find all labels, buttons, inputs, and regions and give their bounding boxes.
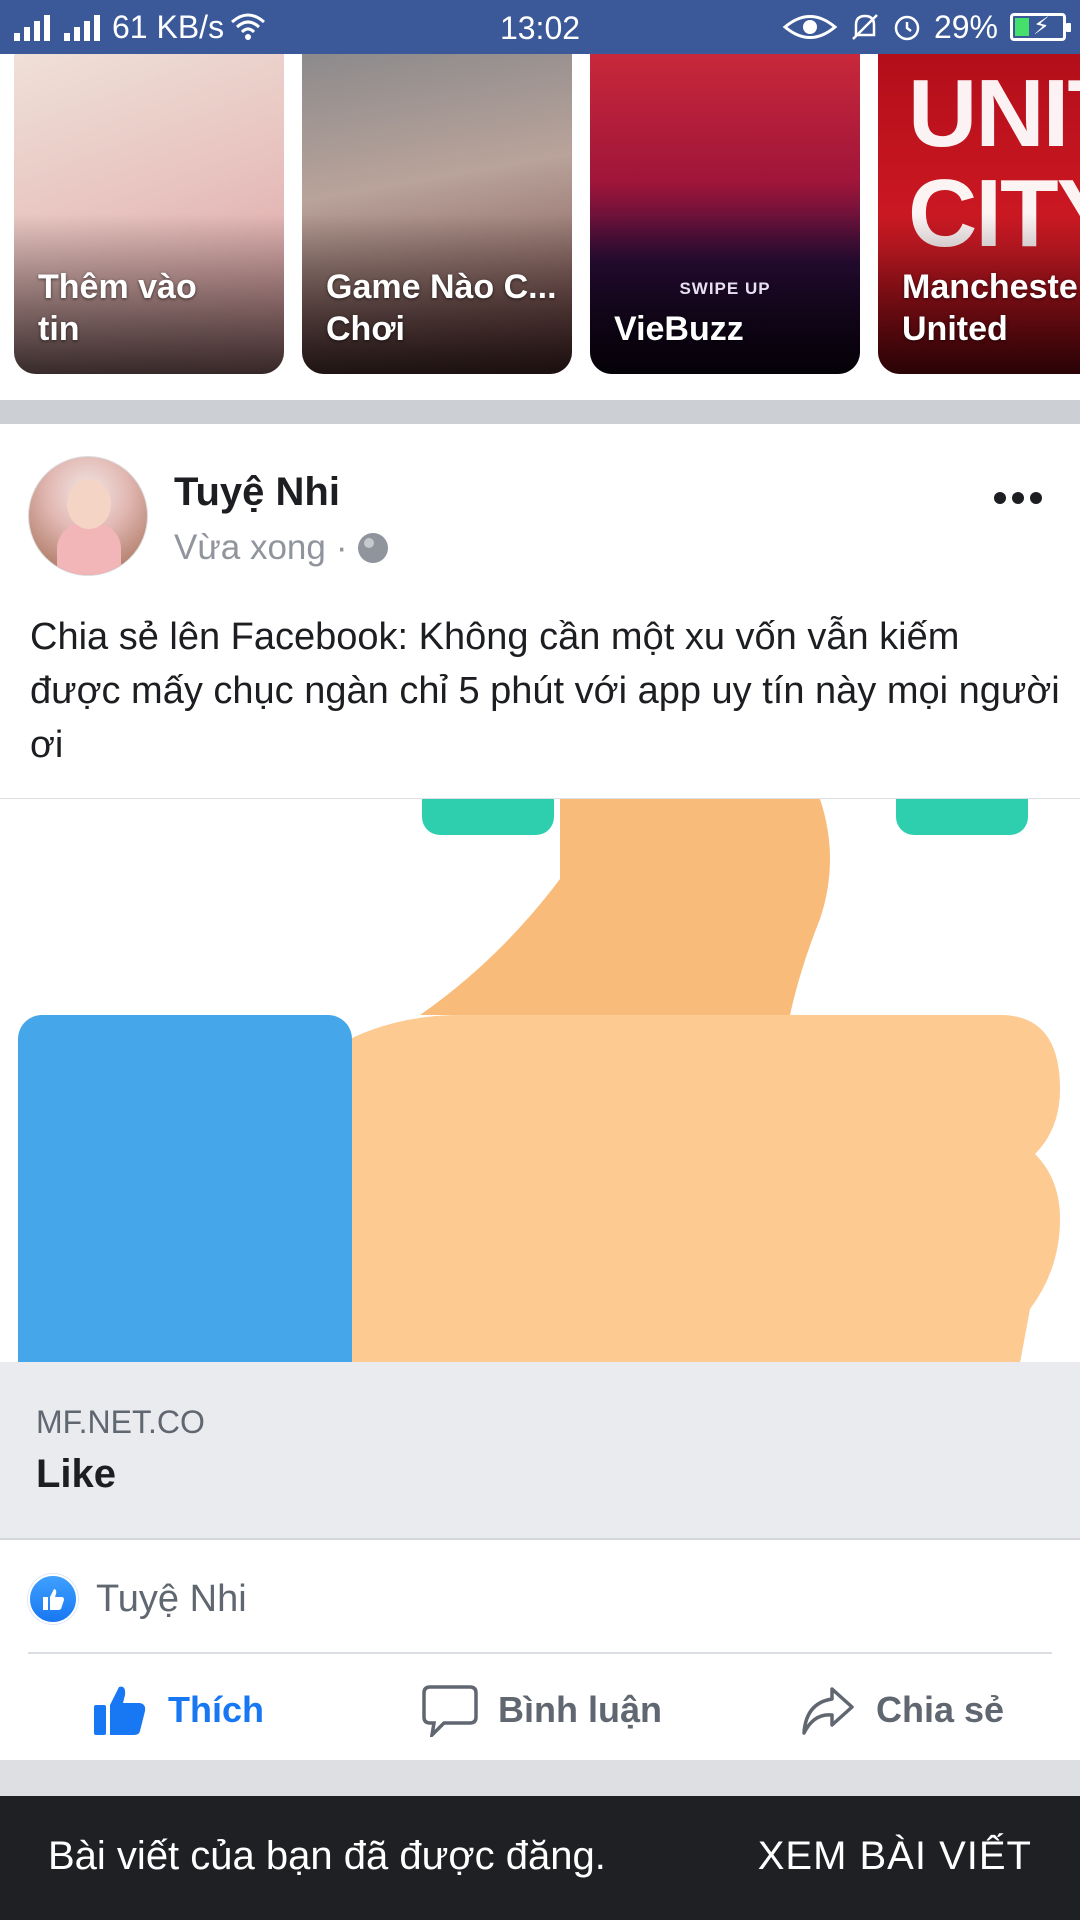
reactions-summary[interactable]: Tuyệ Nhi (28, 1574, 247, 1624)
bell-muted-icon (852, 14, 878, 40)
comment-button[interactable]: Bình luận (422, 1660, 662, 1760)
post-meta: Vừa xong · (174, 528, 388, 568)
story-card-game[interactable]: Game Nào C... Chơi (302, 54, 572, 374)
comment-label: Bình luận (498, 1689, 662, 1730)
like-reaction-icon (28, 1574, 78, 1624)
like-label: Thích (168, 1689, 264, 1730)
post-text: Chia sẻ lên Facebook: Không cần một xu v… (30, 616, 1060, 766)
post-time[interactable]: Vừa xong (174, 528, 326, 568)
stories-tray: Thêm vào tin Game Nào C... Chơi SWIPE UP… (0, 54, 1080, 376)
story-card-add[interactable]: Thêm vào tin (14, 54, 284, 374)
dot-icon (1012, 492, 1024, 504)
share-button[interactable]: Chia sẻ (800, 1660, 1004, 1760)
story-card-viebuzz[interactable]: SWIPE UP VieBuzz (590, 54, 860, 374)
story-label: Mancheste United (902, 268, 1078, 348)
status-bar: 61 KB/s 13:02 29% ⚡ (0, 0, 1080, 54)
reactions-name: Tuyệ Nhi (96, 1577, 247, 1620)
globe-icon (357, 533, 388, 563)
link-title: Like (36, 1452, 117, 1496)
share-label: Chia sẻ (876, 1689, 1005, 1730)
avatar[interactable] (28, 456, 148, 576)
snackbar-message: Bài viết của bạn đã được đăng. (48, 1834, 606, 1878)
like-button[interactable]: Thích (92, 1660, 264, 1760)
eye-icon (782, 15, 838, 39)
link-preview-caption[interactable]: MF.NET.CO Like (0, 1362, 1080, 1540)
comment-icon (422, 1685, 478, 1737)
view-post-button[interactable]: XEM BÀI VIẾT (758, 1834, 1032, 1879)
status-right: 29% ⚡ (782, 8, 1071, 46)
dot-icon (1030, 492, 1042, 504)
snackbar: Bài viết của bạn đã được đăng. XEM BÀI V… (0, 1796, 1080, 1920)
story-label: VieBuzz (614, 310, 744, 348)
post-actions: Thích Bình luận Chia sẻ (0, 1660, 1080, 1760)
actions-divider (28, 1652, 1052, 1654)
post-author[interactable]: Tuyệ Nhi (174, 470, 340, 515)
story-label: Game Nào C... Chơi (326, 268, 557, 348)
battery-percent: 29% (933, 8, 998, 45)
story-label: Thêm vào tin (38, 268, 197, 348)
more-options-button[interactable] (994, 492, 1042, 504)
dot-icon (994, 492, 1006, 504)
battery-icon: ⚡ (1010, 13, 1071, 41)
swipe-up-text: SWIPE UP (679, 279, 771, 298)
meta-dot: · (335, 528, 348, 567)
alarm-icon (894, 15, 920, 41)
link-preview-image[interactable] (0, 798, 1080, 1362)
section-divider (0, 400, 1080, 424)
link-domain: MF.NET.CO (36, 1404, 205, 1440)
thumbs-up-icon (94, 1686, 146, 1735)
section-divider-bottom (0, 1760, 1080, 1796)
share-icon (802, 1687, 854, 1735)
thumbs-up-illustration (18, 799, 1060, 1362)
story-card-manchester[interactable]: UNITE CITY Mancheste United (878, 54, 1080, 374)
